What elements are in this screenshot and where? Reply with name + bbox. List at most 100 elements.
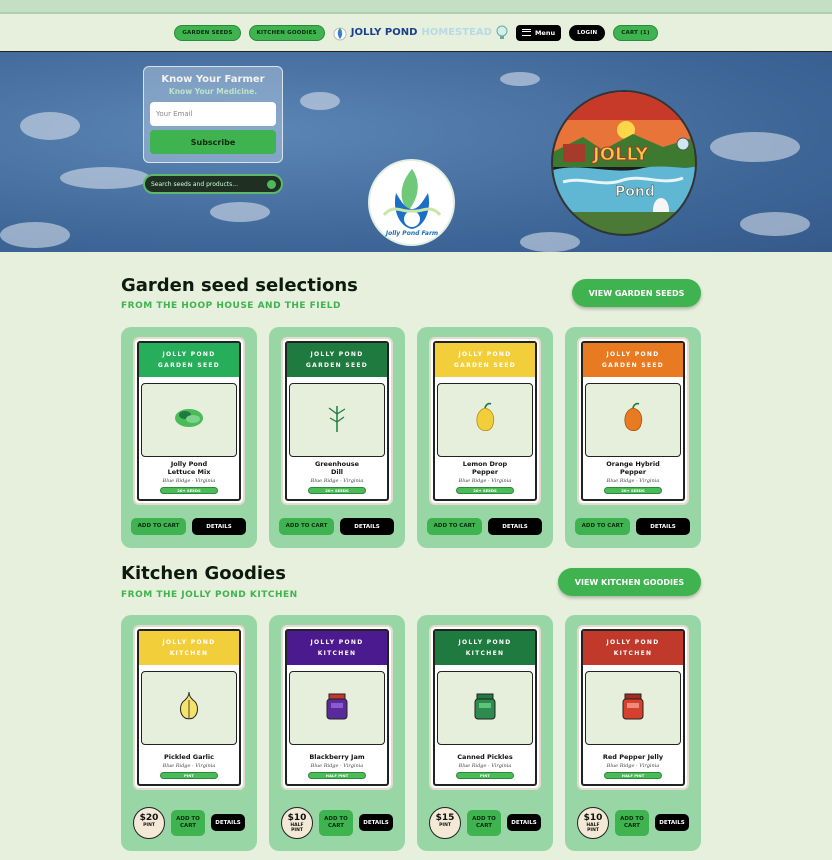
menu-button[interactable]: Menu bbox=[515, 24, 562, 41]
lightbulb-icon bbox=[496, 25, 508, 39]
price-badge: $20 PINT bbox=[133, 807, 165, 839]
pack-label: JOLLY POND KITCHEN Pickled Garlic Blue R… bbox=[137, 629, 241, 786]
details-button[interactable]: DETAILS bbox=[507, 814, 541, 831]
product-location: Blue Ridge · Virginia bbox=[162, 478, 216, 484]
product-location: Blue Ridge · Virginia bbox=[458, 763, 512, 769]
red-jar-icon bbox=[613, 686, 653, 730]
product-image bbox=[437, 383, 533, 457]
garlic-icon bbox=[169, 686, 209, 730]
add-to-cart-button[interactable]: ADD TO CART bbox=[171, 810, 205, 836]
seed-card[interactable]: JOLLY POND GARDEN SEED Orange Hybrid Pep… bbox=[565, 327, 701, 548]
product-image bbox=[141, 671, 237, 745]
pack-label: JOLLY POND GARDEN SEED Jolly Pond Lettuc… bbox=[137, 341, 241, 501]
ice-patch bbox=[710, 132, 800, 162]
green-jar-icon bbox=[465, 686, 505, 730]
price-badge: $10 HALF PINT bbox=[577, 807, 609, 839]
product-pack[interactable]: JOLLY POND GARDEN SEED Orange Hybrid Pep… bbox=[577, 337, 689, 505]
ice-patch bbox=[740, 212, 810, 236]
product-image bbox=[585, 383, 681, 457]
price-unit: PINT bbox=[439, 823, 451, 828]
nav-kitchen-goodies[interactable]: KITCHEN GOODIES bbox=[248, 24, 325, 41]
seed-card[interactable]: JOLLY POND GARDEN SEED Jolly Pond Lettuc… bbox=[121, 327, 257, 548]
product-size-tag: PINT bbox=[456, 772, 514, 779]
orange-pepper-icon bbox=[613, 398, 653, 442]
add-to-cart-button[interactable]: ADD TO CART bbox=[427, 518, 482, 535]
brand-logo[interactable]: JOLLY POND HOMESTEAD bbox=[333, 25, 508, 41]
pack-header: JOLLY POND KITCHEN bbox=[287, 631, 387, 665]
purple-jar-icon bbox=[317, 686, 357, 730]
brand-suffix: HOMESTEAD bbox=[421, 27, 492, 38]
pack-header: JOLLY POND KITCHEN bbox=[139, 631, 239, 665]
ice-patch bbox=[20, 112, 80, 140]
details-button[interactable]: DETAILS bbox=[211, 814, 245, 831]
product-size-tag: HALF PINT bbox=[604, 772, 662, 779]
search-placeholder: Search seeds and products... bbox=[151, 180, 238, 188]
seed-card[interactable]: JOLLY POND GARDEN SEED Lemon Drop Pepper… bbox=[417, 327, 553, 548]
login-button[interactable]: LOGIN bbox=[569, 24, 606, 41]
product-pack[interactable]: JOLLY POND KITCHEN Red Pepper Jelly Blue… bbox=[577, 625, 689, 790]
add-to-cart-button[interactable]: ADD TO CART bbox=[615, 810, 649, 836]
cart-button[interactable]: CART (1) bbox=[613, 24, 658, 41]
kitchen-section-title: Kitchen Goodies bbox=[121, 563, 286, 584]
top-strip bbox=[0, 0, 832, 14]
product-location: Blue Ridge · Virginia bbox=[310, 478, 364, 484]
pack-label: JOLLY POND KITCHEN Red Pepper Jelly Blue… bbox=[581, 629, 685, 786]
details-button[interactable]: DETAILS bbox=[340, 518, 394, 535]
navbar: GARDEN SEEDS KITCHEN GOODIES JOLLY POND … bbox=[0, 14, 832, 52]
seed-card[interactable]: JOLLY POND GARDEN SEED Greenhouse Dill B… bbox=[269, 327, 405, 548]
pack-label: JOLLY POND KITCHEN Blackberry Jam Blue R… bbox=[285, 629, 389, 786]
pack-header: JOLLY POND GARDEN SEED bbox=[139, 343, 239, 377]
product-pack[interactable]: JOLLY POND GARDEN SEED Jolly Pond Lettuc… bbox=[133, 337, 245, 505]
kitchen-card[interactable]: JOLLY POND KITCHEN Pickled Garlic Blue R… bbox=[121, 615, 257, 851]
product-name: Canned Pickles bbox=[457, 753, 513, 761]
add-to-cart-button[interactable]: ADD TO CART bbox=[279, 518, 334, 535]
product-image bbox=[437, 671, 533, 745]
farm-logo-text: Jolly Pond Farm bbox=[385, 230, 439, 237]
search-input[interactable]: Search seeds and products... bbox=[143, 174, 283, 194]
details-button[interactable]: DETAILS bbox=[655, 814, 689, 831]
product-size-tag: 20+ SEEDS bbox=[456, 487, 514, 494]
details-button[interactable]: DETAILS bbox=[359, 814, 393, 831]
product-image bbox=[585, 671, 681, 745]
add-to-cart-button[interactable]: ADD TO CART bbox=[319, 810, 353, 836]
kitchen-card[interactable]: JOLLY POND KITCHEN Canned Pickles Blue R… bbox=[417, 615, 553, 851]
add-to-cart-button[interactable]: ADD TO CART bbox=[131, 518, 186, 535]
pack-kind: GARDEN SEED bbox=[157, 362, 221, 369]
view-kitchen-goodies-button[interactable]: VIEW KITCHEN GOODIES bbox=[558, 568, 701, 596]
pack-label: JOLLY POND GARDEN SEED Orange Hybrid Pep… bbox=[581, 341, 685, 501]
pack-brand: JOLLY POND bbox=[458, 351, 512, 358]
add-to-cart-button[interactable]: ADD TO CART bbox=[467, 810, 501, 836]
product-pack[interactable]: JOLLY POND KITCHEN Blackberry Jam Blue R… bbox=[281, 625, 393, 790]
product-pack[interactable]: JOLLY POND GARDEN SEED Lemon Drop Pepper… bbox=[429, 337, 541, 505]
svg-text:Pond: Pond bbox=[615, 184, 655, 200]
newsletter-subtitle: Know Your Medicine. bbox=[168, 87, 258, 96]
details-button[interactable]: DETAILS bbox=[636, 518, 690, 535]
pack-kind: GARDEN SEED bbox=[305, 362, 369, 369]
pack-kind: KITCHEN bbox=[613, 650, 653, 657]
jolly-art-image: JOLLY Pond bbox=[551, 90, 697, 236]
product-pack[interactable]: JOLLY POND KITCHEN Pickled Garlic Blue R… bbox=[133, 625, 245, 790]
pack-brand: JOLLY POND bbox=[310, 351, 364, 358]
product-name: Greenhouse Dill bbox=[315, 460, 359, 476]
product-name: Blackberry Jam bbox=[309, 753, 365, 761]
add-to-cart-button[interactable]: ADD TO CART bbox=[575, 518, 630, 535]
nav-garden-seeds[interactable]: GARDEN SEEDS bbox=[174, 24, 241, 41]
price-badge: $10 HALF PINT bbox=[281, 807, 313, 839]
hero-banner: Know Your Farmer Know Your Medicine. You… bbox=[0, 52, 832, 252]
kitchen-card[interactable]: JOLLY POND KITCHEN Red Pepper Jelly Blue… bbox=[565, 615, 701, 851]
price-unit: HALF PINT bbox=[290, 823, 304, 833]
pack-brand: JOLLY POND bbox=[162, 639, 216, 646]
subscribe-button[interactable]: Subscribe bbox=[150, 130, 276, 154]
details-button[interactable]: DETAILS bbox=[192, 518, 246, 535]
product-pack[interactable]: JOLLY POND GARDEN SEED Greenhouse Dill B… bbox=[281, 337, 393, 505]
product-pack[interactable]: JOLLY POND KITCHEN Canned Pickles Blue R… bbox=[429, 625, 541, 790]
product-size-tag: PINT bbox=[160, 772, 218, 779]
search-button-icon[interactable] bbox=[267, 180, 276, 189]
price-amount: $10 bbox=[287, 813, 307, 823]
kitchen-card[interactable]: JOLLY POND KITCHEN Blackberry Jam Blue R… bbox=[269, 615, 405, 851]
email-field[interactable]: Your Email bbox=[150, 102, 276, 126]
view-garden-seeds-button[interactable]: VIEW GARDEN SEEDS bbox=[572, 279, 701, 307]
pack-header: JOLLY POND GARDEN SEED bbox=[583, 343, 683, 377]
newsletter-title: Know Your Farmer bbox=[161, 74, 265, 85]
details-button[interactable]: DETAILS bbox=[488, 518, 542, 535]
